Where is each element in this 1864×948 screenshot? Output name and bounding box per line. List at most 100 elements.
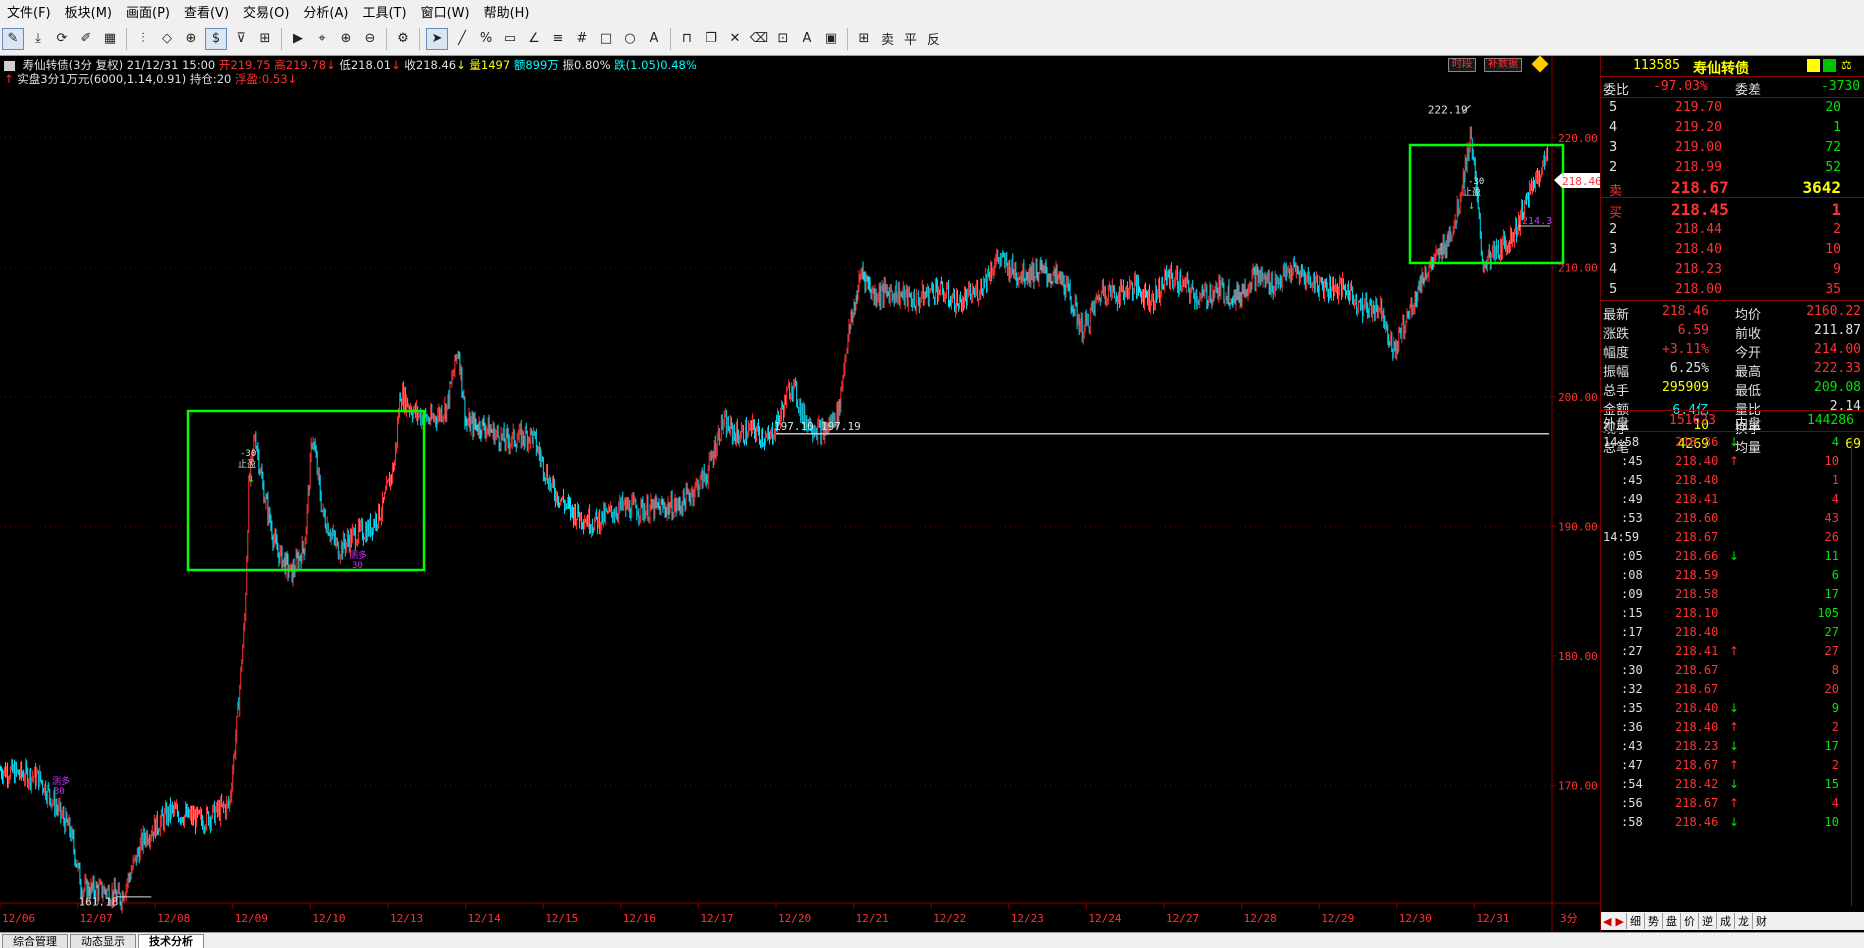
- bid-level-5[interactable]: 5 218.00 35: [1601, 280, 1864, 300]
- copy-icon[interactable]: ❐: [701, 29, 721, 49]
- lock-icon[interactable]: ⊡: [773, 29, 793, 49]
- tab-next-icon[interactable]: ▶: [1613, 915, 1625, 928]
- quote-tab-7[interactable]: 财: [1751, 913, 1770, 929]
- tick-row[interactable]: :35 218.40 ↓ 9: [1601, 699, 1864, 718]
- kline-chart-svg[interactable]: 161.18 222.19 197.10 197.19 -30 止盈 ↓ ↑ 测…: [0, 56, 1602, 932]
- tick-row[interactable]: :36 218.40 ↑ 2: [1601, 718, 1864, 737]
- menu-item-8[interactable]: 帮助(H): [477, 2, 537, 21]
- play-icon[interactable]: ▶: [288, 29, 308, 49]
- color-icon[interactable]: A: [797, 29, 817, 49]
- trash-icon[interactable]: ⌫: [749, 29, 769, 49]
- save-icon[interactable]: ▣: [821, 29, 841, 49]
- line-tool-icon[interactable]: ╱: [452, 29, 472, 49]
- status-tab-2[interactable]: 技术分析: [138, 934, 204, 948]
- quote-tab-2[interactable]: 盘: [1661, 913, 1680, 929]
- bid-level-买[interactable]: 买 218.45 1: [1601, 200, 1864, 221]
- reverse-button[interactable]: 反: [924, 29, 943, 49]
- diamond-icon[interactable]: ◇: [157, 29, 177, 49]
- flat-button[interactable]: 平: [901, 29, 920, 49]
- status-tab-1[interactable]: 动态显示: [70, 934, 136, 948]
- filter-icon[interactable]: ⊽: [231, 29, 251, 49]
- download-icon[interactable]: ⤓: [28, 29, 48, 49]
- chart-menu-icon[interactable]: [4, 60, 15, 71]
- menu-item-5[interactable]: 分析(A): [296, 2, 355, 21]
- tick-row[interactable]: :47 218.67 ↑ 2: [1601, 756, 1864, 775]
- menu-item-1[interactable]: 板块(M): [58, 2, 119, 21]
- quote-tab-3[interactable]: 价: [1679, 913, 1698, 929]
- tick-row[interactable]: :58 218.46 ↓ 10: [1601, 813, 1864, 832]
- menu-item-0[interactable]: 文件(F): [0, 2, 58, 21]
- cursor-crosshair-icon[interactable]: ⌖: [312, 29, 332, 49]
- delete-icon[interactable]: ✕: [725, 29, 745, 49]
- bid-level-2[interactable]: 2 218.44 2: [1601, 220, 1864, 240]
- ask-level-5[interactable]: 5 219.70 20: [1601, 98, 1864, 118]
- ask-level-2[interactable]: 2 218.99 52: [1601, 158, 1864, 178]
- tick-row[interactable]: :32 218.67 20: [1601, 680, 1864, 699]
- rectangle-tool-icon[interactable]: □: [596, 29, 616, 49]
- hash-tool-icon[interactable]: #: [572, 29, 592, 49]
- menu-item-2[interactable]: 画面(P): [119, 2, 177, 21]
- tab-prev-icon[interactable]: ◀: [1601, 915, 1613, 928]
- quote-tab-0[interactable]: 细: [1625, 913, 1644, 929]
- edit-icon[interactable]: ✐: [76, 29, 96, 49]
- bid-level-3[interactable]: 3 218.40 10: [1601, 240, 1864, 260]
- tick-row[interactable]: :05 218.66 ↓ 11: [1601, 547, 1864, 566]
- menu-item-7[interactable]: 窗口(W): [414, 2, 477, 21]
- menu-item-6[interactable]: 工具(T): [355, 2, 413, 21]
- tick-row[interactable]: 14:58 218.36 ↓ 4: [1601, 433, 1864, 452]
- tick-row[interactable]: 14:59 218.67 26: [1601, 528, 1864, 547]
- magnet-icon[interactable]: ⊓: [677, 29, 697, 49]
- buy-icon[interactable]: ⊞: [854, 29, 874, 49]
- menu-item-3[interactable]: 查看(V): [177, 2, 236, 21]
- settings-gear-icon[interactable]: ⚙: [393, 29, 413, 49]
- tick-row[interactable]: :56 218.67 ↑ 4: [1601, 794, 1864, 813]
- compass-icon[interactable]: ⊕: [181, 29, 201, 49]
- period-button[interactable]: $: [205, 27, 227, 50]
- percent-tool-icon[interactable]: %: [476, 29, 496, 49]
- tick-scrollbar[interactable]: [1851, 436, 1862, 906]
- bid-level-4[interactable]: 4 218.23 9: [1601, 260, 1864, 280]
- sync-icon[interactable]: ⟳: [52, 29, 72, 49]
- tick-row[interactable]: :53 218.60 43: [1601, 509, 1864, 528]
- kline-chart-area[interactable]: 161.18 222.19 197.10 197.19 -30 止盈 ↓ ↑ 测…: [0, 55, 1602, 932]
- draw-pen-icon[interactable]: ✎: [2, 27, 24, 50]
- fill-data-button[interactable]: 补数据: [1484, 58, 1522, 72]
- s-icon[interactable]: [1823, 59, 1836, 72]
- quote-tab-4[interactable]: 逆: [1697, 913, 1716, 929]
- tick-row[interactable]: :09 218.58 17: [1601, 585, 1864, 604]
- angle-tool-icon[interactable]: ∠: [524, 29, 544, 49]
- tick-row[interactable]: :45 218.40 1: [1601, 471, 1864, 490]
- grid-icon[interactable]: ▦: [100, 29, 120, 49]
- status-tab-0[interactable]: 综合管理: [2, 934, 68, 948]
- ask-level-3[interactable]: 3 219.00 72: [1601, 138, 1864, 158]
- tick-row[interactable]: :15 218.10 105: [1601, 604, 1864, 623]
- quote-tab-6[interactable]: 龙: [1733, 913, 1752, 929]
- zoom-in-icon[interactable]: ⊕: [336, 29, 356, 49]
- quote-tab-5[interactable]: 成: [1715, 913, 1734, 929]
- tick-row[interactable]: :30 218.67 8: [1601, 661, 1864, 680]
- tick-row[interactable]: :54 218.42 ↓ 15: [1601, 775, 1864, 794]
- tick-row[interactable]: :17 218.40 27: [1601, 623, 1864, 642]
- tick-row[interactable]: :49 218.41 4: [1601, 490, 1864, 509]
- ask-level-卖[interactable]: 卖 218.67 3642: [1601, 178, 1864, 199]
- circle-tool-icon[interactable]: ○: [620, 29, 640, 49]
- tick-row[interactable]: :43 218.23 ↓ 17: [1601, 737, 1864, 756]
- tick-row[interactable]: :27 218.41 ↑ 27: [1601, 642, 1864, 661]
- timeshare-button[interactable]: 时段: [1448, 58, 1476, 72]
- scale-icon[interactable]: ⚖: [1841, 58, 1852, 72]
- tick-row[interactable]: :45 218.40 ↑ 10: [1601, 452, 1864, 471]
- t-icon[interactable]: [1807, 59, 1820, 72]
- alert-diamond-icon[interactable]: [1531, 55, 1549, 73]
- tick-row[interactable]: :08 218.59 6: [1601, 566, 1864, 585]
- pointer-arrow-icon[interactable]: ➤: [426, 27, 448, 50]
- zoom-out-icon[interactable]: ⊖: [360, 29, 380, 49]
- formula-icon[interactable]: ⊞: [255, 29, 275, 49]
- candlestick-icon[interactable]: ⫶: [133, 29, 153, 49]
- ruler-tool-icon[interactable]: ▭: [500, 29, 520, 49]
- menu-item-4[interactable]: 交易(O): [236, 2, 296, 21]
- sell-button[interactable]: 卖: [878, 29, 897, 49]
- ask-level-4[interactable]: 4 219.20 1: [1601, 118, 1864, 138]
- channel-tool-icon[interactable]: ≡: [548, 29, 568, 49]
- quote-tab-1[interactable]: 势: [1643, 913, 1662, 929]
- text-tool-icon[interactable]: A: [644, 29, 664, 49]
